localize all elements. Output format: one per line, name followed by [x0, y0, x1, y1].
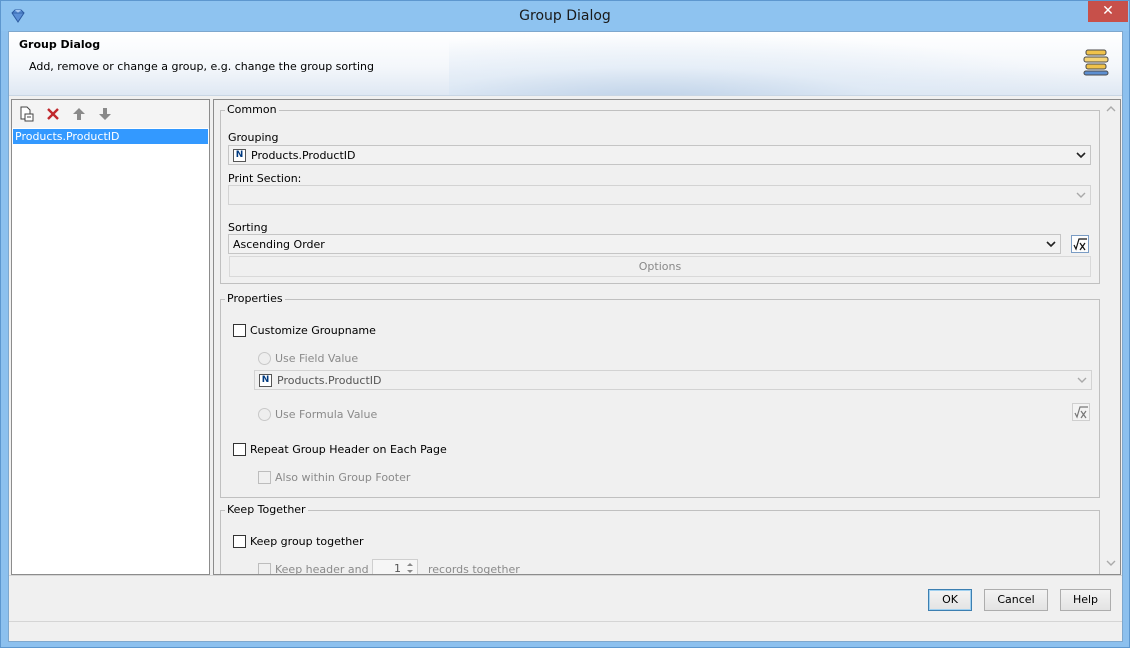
- keep-together-title: Keep Together: [225, 503, 308, 516]
- bottom-separator: [9, 575, 1122, 576]
- header-decoration: [449, 32, 1122, 95]
- group-settings-pane: Common Grouping N Products.ProductID Pri…: [213, 99, 1121, 575]
- field-value: Products.ProductID: [277, 374, 382, 387]
- keep-header-checkbox[interactable]: [258, 563, 271, 574]
- records-together-label: records together: [428, 563, 520, 575]
- formula-value-button[interactable]: [1072, 403, 1090, 421]
- keep-header-label: Keep header and: [275, 563, 369, 575]
- common-title: Common: [225, 103, 279, 116]
- repeat-header-checkbox[interactable]: [233, 443, 246, 456]
- help-button[interactable]: Help: [1060, 589, 1111, 611]
- cancel-button[interactable]: Cancel: [984, 589, 1048, 611]
- records-count-spinner[interactable]: 1: [372, 559, 418, 575]
- grouping-label: Grouping: [228, 131, 279, 144]
- sorting-value: Ascending Order: [233, 238, 325, 251]
- sorting-formula-button[interactable]: [1071, 235, 1089, 253]
- formula-icon: [1074, 406, 1088, 419]
- move-up-icon[interactable]: [71, 106, 87, 122]
- records-count-value: 1: [394, 562, 401, 575]
- scroll-up-icon[interactable]: [1106, 104, 1116, 114]
- keep-together-groupbox: Keep Together Keep group together Keep h…: [220, 503, 1100, 575]
- formula-icon: [1073, 238, 1087, 251]
- also-within-footer-checkbox[interactable]: [258, 471, 271, 484]
- also-within-footer-label: Also within Group Footer: [275, 471, 411, 484]
- status-bar: [9, 621, 1122, 641]
- sorting-label: Sorting: [228, 221, 268, 234]
- header-title: Group Dialog: [19, 38, 101, 51]
- keep-group-together-checkbox[interactable]: [233, 535, 246, 548]
- chevron-down-icon: [1046, 241, 1056, 248]
- move-down-icon[interactable]: [97, 106, 113, 122]
- repeat-header-label: Repeat Group Header on Each Page: [250, 443, 447, 456]
- properties-title: Properties: [225, 292, 285, 305]
- common-groupbox: Common Grouping N Products.ProductID Pri…: [220, 103, 1100, 284]
- ok-button[interactable]: OK: [928, 589, 972, 611]
- group-list-pane: Products.ProductID: [11, 99, 210, 575]
- chevron-down-icon: [1076, 152, 1086, 159]
- use-field-value-radio[interactable]: [258, 352, 271, 365]
- header-subtitle: Add, remove or change a group, e.g. chan…: [29, 60, 374, 73]
- group-stack-icon: [1083, 49, 1109, 76]
- keep-group-together-label: Keep group together: [250, 535, 364, 548]
- grouping-value: Products.ProductID: [251, 149, 356, 162]
- group-list-item[interactable]: Products.ProductID: [13, 129, 208, 144]
- use-field-value-label: Use Field Value: [275, 352, 359, 365]
- customize-groupname-label: Customize Groupname: [250, 324, 376, 337]
- use-formula-value-label: Use Formula Value: [275, 408, 378, 421]
- group-toolbar: [12, 100, 209, 128]
- dialog-client: Group Dialog Add, remove or change a gro…: [8, 31, 1123, 642]
- add-group-icon[interactable]: [18, 106, 34, 122]
- chevron-down-icon: [1076, 192, 1086, 198]
- field-type-icon: N: [233, 149, 246, 162]
- field-type-icon: N: [259, 374, 272, 387]
- print-section-label: Print Section:: [228, 172, 302, 185]
- properties-groupbox: Properties Customize Groupname Use Field…: [220, 292, 1100, 498]
- print-section-select[interactable]: [228, 185, 1091, 205]
- use-formula-value-radio[interactable]: [258, 408, 271, 421]
- options-button[interactable]: Options: [229, 256, 1091, 277]
- grouping-select[interactable]: N Products.ProductID: [228, 145, 1091, 165]
- title-bar[interactable]: Group Dialog ✕: [1, 1, 1129, 31]
- dialog-window: Group Dialog ✕ Group Dialog Add, remove …: [0, 0, 1130, 648]
- vertical-scrollbar[interactable]: [1104, 102, 1118, 572]
- field-value-select[interactable]: N Products.ProductID: [254, 370, 1092, 390]
- spinner-arrows-icon[interactable]: [405, 561, 415, 575]
- delete-icon[interactable]: [45, 106, 61, 122]
- chevron-down-icon: [1077, 377, 1087, 383]
- customize-groupname-checkbox[interactable]: [233, 324, 246, 337]
- sorting-select[interactable]: Ascending Order: [228, 234, 1061, 254]
- dialog-header: Group Dialog Add, remove or change a gro…: [9, 32, 1122, 96]
- window-title: Group Dialog: [519, 8, 611, 24]
- scroll-down-icon[interactable]: [1106, 558, 1116, 568]
- close-button[interactable]: ✕: [1088, 1, 1128, 22]
